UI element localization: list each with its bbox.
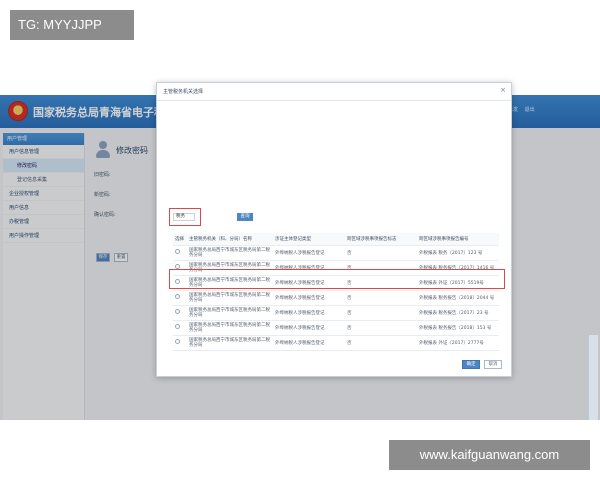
page: TG: MYYJJPP 国家税务总局青海省电子税务局 搜索 永发 退出 用户管理… [0,0,600,480]
row-radio[interactable] [175,339,180,344]
table-row-highlighted[interactable]: 国家税务总局西宁市城东区税务局第二税务分局 外埠纳税人涉税报告登记 否 外税报表… [173,290,499,306]
row-radio[interactable] [175,294,180,299]
table-row[interactable]: 国家税务总局西宁市城东区税务局第二税务分局 外埠纳税人涉税报告登记 否 外税报表… [173,335,499,351]
subject-type: 外埠纳税人涉税报告登记 [273,245,345,261]
tax-office-selection-modal: 主管税务机关选择 × 税务 查询 选择 主管税务机关（科、分局）名称 涉证主体登… [156,82,512,377]
report-flag: 否 [345,275,417,291]
feedback-tab[interactable] [588,335,598,420]
row-radio[interactable] [175,249,180,254]
filter-highlight-box: 税务 [169,208,201,226]
row-radio[interactable] [175,309,180,314]
close-icon[interactable]: × [500,86,506,94]
table-row[interactable]: 国家税务总局西宁市城东区税务局第二税务分局 外埠纳税人涉税报告登记 否 外税报表… [173,260,499,276]
table-row[interactable]: 国家税务总局西宁市城东区税务局第二税务分局 外埠纳税人涉税报告登记 否 外税报表… [173,320,499,336]
report-number: 外税报表 税务报告〔2017〕23 号 [417,305,499,321]
report-flag: 否 [345,290,417,306]
column-header-report-flag: 跨区域涉税事项报告标志 [345,233,417,246]
subject-type: 外埠纳税人涉税报告登记 [273,305,345,321]
column-header-report-number: 跨区域涉税事项报告编号 [417,233,499,246]
tax-office-name: 国家税务总局西宁市城东区税务局第二税务分局 [187,305,273,321]
tax-office-name: 国家税务总局西宁市城东区税务局第二税务分局 [187,275,273,291]
report-flag: 否 [345,305,417,321]
tax-office-name: 国家税务总局西宁市城东区税务局第二税务分局 [187,290,273,306]
column-header-select: 选择 [173,233,187,246]
cancel-button[interactable]: 取消 [484,360,502,369]
tax-office-table: 选择 主管税务机关（科、分局）名称 涉证主体登记类型 跨区域涉税事项报告标志 跨… [173,233,499,351]
tax-office-name: 国家税务总局西宁市城东区税务局第二税务分局 [187,245,273,261]
tax-office-name: 国家税务总局西宁市城东区税务局第二税务分局 [187,335,273,351]
tax-office-name: 国家税务总局西宁市城东区税务局第二税务分局 [187,320,273,336]
report-flag: 否 [345,245,417,261]
table-row[interactable]: 国家税务总局西宁市城东区税务局第二税务分局 外埠纳税人涉税报告登记 否 外税报表… [173,305,499,321]
watermark-bottom: www.kaifguanwang.com [389,440,590,470]
tax-office-name: 国家税务总局西宁市城东区税务局第二税务分局 [187,260,273,276]
report-flag: 否 [345,260,417,276]
report-number: 外税报表 税务〔2017〕123 号 [417,245,499,261]
row-radio[interactable] [175,264,180,269]
subject-type: 外埠纳税人涉税报告登记 [273,320,345,336]
subject-type: 外埠纳税人涉税报告登记 [273,335,345,351]
row-radio[interactable] [175,279,180,284]
column-header-subject-type: 涉证主体登记类型 [273,233,345,246]
report-number: 外税报表 税务报告〔2018〕153 号 [417,320,499,336]
query-button[interactable]: 查询 [237,213,253,221]
report-number: 外税报表 外证〔2017〕5519号 [417,275,499,291]
subject-type: 外埠纳税人涉税报告登记 [273,290,345,306]
table-header-row: 选择 主管税务机关（科、分局）名称 涉证主体登记类型 跨区域涉税事项报告标志 跨… [173,233,499,246]
table-row[interactable]: 国家税务总局西宁市城东区税务局第二税务分局 外埠纳税人涉税报告登记 否 外税报表… [173,245,499,261]
report-number: 外税报表 外证〔2017〕2777号 [417,335,499,351]
tax-office-filter-input[interactable]: 税务 [173,213,195,221]
table-row[interactable]: 国家税务总局西宁市城东区税务局第二税务分局 外埠纳税人涉税报告登记 否 外税报表… [173,275,499,291]
watermark-top: TG: MYYJJPP [10,10,134,40]
modal-title: 主管税务机关选择 [163,89,204,95]
subject-type: 外埠纳税人涉税报告登记 [273,260,345,276]
row-radio[interactable] [175,324,180,329]
report-number: 外税报表 税务报告〔2017〕1416 号 [417,260,499,276]
report-flag: 否 [345,335,417,351]
column-header-tax-office: 主管税务机关（科、分局）名称 [187,233,273,246]
confirm-button[interactable]: 确定 [462,360,480,369]
subject-type: 外埠纳税人涉税报告登记 [273,275,345,291]
report-flag: 否 [345,320,417,336]
modal-header: 主管税务机关选择 × [157,83,511,101]
report-number: 外税报表 税务报告〔2018〕2044 号 [417,290,499,306]
